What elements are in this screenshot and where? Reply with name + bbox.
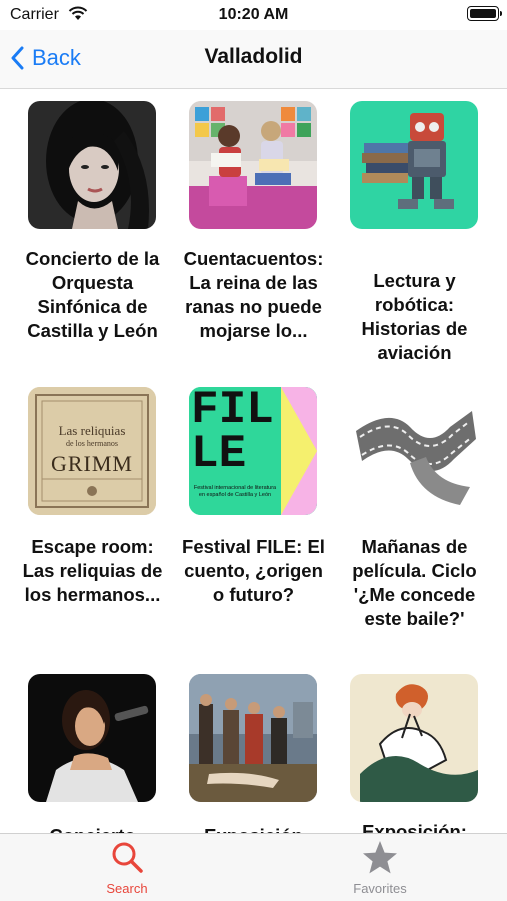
event-title: Concierto de la Orquesta Sinfónica de Ca… — [25, 248, 160, 341]
event-image — [189, 674, 317, 802]
event-image — [28, 674, 156, 802]
thumb-text: Festival internacional de literatura en … — [193, 485, 277, 498]
tab-favorites-label: Favorites — [353, 881, 407, 896]
events-grid: Concierto de la Orquesta Sinfónica de Ca… — [0, 89, 507, 833]
event-card[interactable]: Las reliquias de los hermanos GRIMM Esca… — [11, 387, 174, 657]
event-card[interactable]: Concierto de la Orquesta Sinfónica de Ca… — [11, 101, 174, 371]
navigation-bar: Back Valladolid — [0, 30, 507, 89]
tab-favorites[interactable]: Favorites — [320, 840, 440, 896]
event-title: Escape room: Las reliquias de los herman… — [22, 536, 163, 605]
event-image — [189, 101, 317, 229]
tab-bar: Search Favorites — [0, 833, 507, 901]
event-title: Exposición: — [362, 821, 467, 833]
battery-icon — [467, 6, 502, 21]
event-title: Festival FILE: El cuento, ¿origen o futu… — [182, 536, 325, 605]
thumb-text: FIL — [191, 387, 274, 436]
event-image — [28, 101, 156, 229]
event-title: Cuentacuentos: La reina de las ranas no … — [183, 248, 324, 341]
page-title: Valladolid — [204, 45, 303, 68]
event-image: FIL LE Festival internacional de literat… — [189, 387, 317, 515]
event-image — [350, 387, 478, 515]
event-title: Concierto — [15, 824, 170, 833]
event-title: Exposición — [176, 824, 331, 833]
thumb-text: GRIMM — [50, 451, 133, 476]
event-card[interactable]: Concierto — [11, 674, 174, 833]
tab-search-label: Search — [106, 881, 148, 896]
event-card[interactable]: Exposición: — [333, 674, 496, 833]
event-image — [350, 674, 478, 802]
event-title: Lectura y robótica: Historias de aviació… — [361, 270, 468, 363]
thumb-text: de los hermanos — [66, 439, 118, 448]
thumb-text: Las reliquias — [58, 423, 126, 438]
thumb-text: LE — [191, 428, 247, 480]
event-card[interactable]: Mañanas de película. Ciclo '¿Me concede … — [333, 387, 496, 657]
event-card[interactable]: Cuentacuentos: La reina de las ranas no … — [172, 101, 335, 371]
tab-search[interactable]: Search — [67, 840, 187, 896]
event-image — [350, 101, 478, 229]
clock: 10:20 AM — [218, 6, 289, 23]
status-bar: Carrier 10:20 AM — [0, 0, 507, 30]
event-card[interactable]: FIL LE Festival internacional de literat… — [172, 387, 335, 657]
search-icon — [112, 842, 143, 873]
event-title: Mañanas de película. Ciclo '¿Me concede … — [352, 536, 477, 629]
event-card[interactable]: Lectura y robótica: Historias de aviació… — [333, 101, 496, 371]
event-image: Las reliquias de los hermanos GRIMM — [28, 387, 156, 515]
event-card[interactable]: Exposición — [172, 674, 335, 833]
star-icon — [363, 841, 397, 874]
